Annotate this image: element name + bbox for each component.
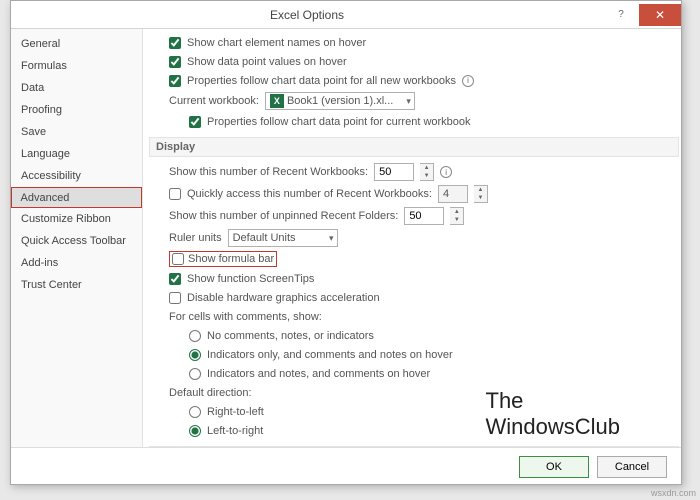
combo-ruler-units[interactable]: Default Units [228,229,338,247]
lbl-quick-access: Quickly access this number of Recent Wor… [187,188,432,200]
radio-rtl[interactable] [189,406,201,418]
sidebar-item-language[interactable]: Language [11,143,142,165]
sidebar-item-addins[interactable]: Add-ins [11,252,142,274]
lbl-props-new: Properties follow chart data point for a… [187,75,456,87]
lbl-recent-wb: Show this number of Recent Workbooks: [169,166,368,178]
spinner-quick-access: ▲▼ [474,185,488,203]
sidebar-item-formulas[interactable]: Formulas [11,55,142,77]
lbl-ruler: Ruler units [169,232,222,244]
ok-button[interactable]: OK [519,456,589,478]
sidebar-item-trust-center[interactable]: Trust Center [11,274,142,296]
lbl-chart-values: Show data point values on hover [187,56,347,68]
spinner-recent-folders[interactable]: ▲▼ [450,207,464,225]
sidebar-item-proofing[interactable]: Proofing [11,99,142,121]
input-recent-wb[interactable] [374,163,414,181]
window-title: Excel Options [11,8,603,22]
radio-comments-none[interactable] [189,330,201,342]
input-quick-access [438,185,468,203]
sidebar-item-advanced[interactable]: Advanced [11,187,142,208]
section-display-workbook: Display options for this workbook: X Boo… [149,446,679,447]
lbl-comments: For cells with comments, show: [169,311,322,323]
chk-quick-access[interactable] [169,188,181,200]
help-button[interactable]: ? [603,4,639,26]
category-sidebar: General Formulas Data Proofing Save Lang… [11,29,143,447]
sidebar-item-save[interactable]: Save [11,121,142,143]
options-panel[interactable]: Show chart element names on hover Show d… [143,29,681,447]
lbl-formula-bar: Show formula bar [188,253,274,265]
sidebar-item-accessibility[interactable]: Accessibility [11,165,142,187]
combo-current-workbook[interactable]: X Book1 (version 1).xl... [265,92,415,110]
sidebar-item-qat[interactable]: Quick Access Toolbar [11,230,142,252]
chk-screentips[interactable] [169,273,181,285]
excel-icon: X [270,94,284,108]
sidebar-item-general[interactable]: General [11,33,142,55]
radio-comments-ind[interactable] [189,349,201,361]
excel-options-dialog: Excel Options ? ✕ General Formulas Data … [10,0,682,485]
radio-comments-all[interactable] [189,368,201,380]
titlebar: Excel Options ? ✕ [11,1,681,29]
lbl-recent-folders: Show this number of unpinned Recent Fold… [169,210,398,222]
chk-formula-bar[interactable] [172,253,184,265]
chk-disable-hw[interactable] [169,292,181,304]
window-controls: ? ✕ [603,4,681,26]
sidebar-item-customize-ribbon[interactable]: Customize Ribbon [11,208,142,230]
lbl-disable-hw: Disable hardware graphics acceleration [187,292,380,304]
lbl-current-wb: Current workbook: [169,95,259,107]
lbl-props-current: Properties follow chart data point for c… [207,116,471,128]
lbl-direction: Default direction: [169,387,252,399]
highlight-formula-bar: Show formula bar [169,251,277,267]
chk-chart-names[interactable] [169,37,181,49]
lbl-rtl: Right-to-left [207,406,264,418]
corner-watermark: wsxdn.com [651,488,696,498]
section-display: Display [149,137,679,157]
lbl-comments-none: No comments, notes, or indicators [207,330,374,342]
combo-current-workbook-value: Book1 (version 1).xl... [287,95,393,107]
sidebar-item-data[interactable]: Data [11,77,142,99]
cancel-button[interactable]: Cancel [597,456,667,478]
input-recent-folders[interactable] [404,207,444,225]
info-icon[interactable]: i [462,75,474,87]
spinner-recent-wb[interactable]: ▲▼ [420,163,434,181]
lbl-chart-names: Show chart element names on hover [187,37,366,49]
info-icon[interactable]: i [440,166,452,178]
chk-props-new[interactable] [169,75,181,87]
close-button[interactable]: ✕ [639,4,681,26]
chk-props-current[interactable] [189,116,201,128]
dialog-footer: OK Cancel [11,447,681,485]
lbl-screentips: Show function ScreenTips [187,273,314,285]
lbl-ltr: Left-to-right [207,425,263,437]
lbl-comments-all: Indicators and notes, and comments on ho… [207,368,430,380]
combo-ruler-value: Default Units [233,232,296,244]
radio-ltr[interactable] [189,425,201,437]
chk-chart-values[interactable] [169,56,181,68]
lbl-comments-ind: Indicators only, and comments and notes … [207,349,453,361]
